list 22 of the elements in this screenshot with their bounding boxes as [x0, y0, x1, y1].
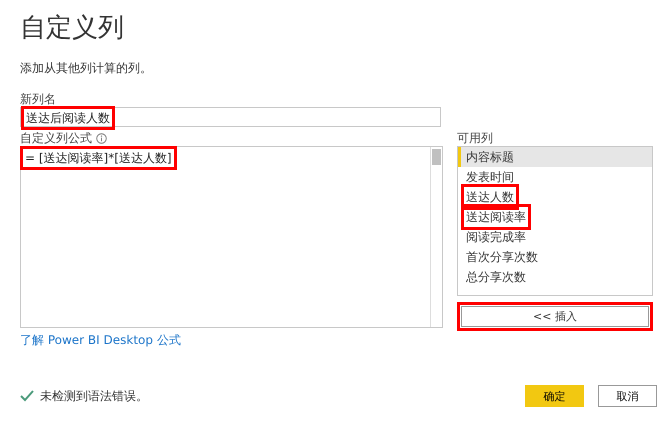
column-item[interactable]: 发表时间 — [458, 167, 652, 187]
column-item[interactable]: 首次分享次数 — [458, 247, 652, 267]
dialog-description: 添加从其他列计算的列。 — [20, 60, 153, 77]
column-item[interactable]: 送达阅读率 — [458, 207, 652, 227]
column-item[interactable]: 内容标题 — [458, 147, 652, 167]
column-item[interactable]: 送达人数 — [458, 187, 652, 207]
cancel-button[interactable]: 取消 — [598, 385, 657, 407]
name-field[interactable]: 送达后阅读人数 — [20, 107, 441, 127]
formula-field[interactable]: = [送达阅读率]*[送达人数] — [20, 146, 443, 328]
status-message: 未检测到语法错误。 — [40, 388, 149, 404]
column-item[interactable]: 总分享次数 — [458, 267, 652, 287]
dialog-title: 自定义列 — [20, 12, 125, 45]
help-link[interactable]: 了解 Power BI Desktop 公式 — [20, 332, 443, 349]
scrollbar[interactable] — [430, 147, 442, 327]
info-icon[interactable] — [96, 132, 107, 144]
field-label: 自定义列公式 — [20, 130, 92, 146]
column-item[interactable]: 阅读完成率 — [458, 227, 652, 247]
checkmark-icon — [20, 390, 34, 402]
ok-button[interactable]: 确定 — [525, 385, 584, 407]
insert-button[interactable]: << 插入 — [461, 306, 649, 327]
field-label: 新列名 — [20, 91, 57, 107]
list-label: 可用列 — [457, 130, 494, 146]
